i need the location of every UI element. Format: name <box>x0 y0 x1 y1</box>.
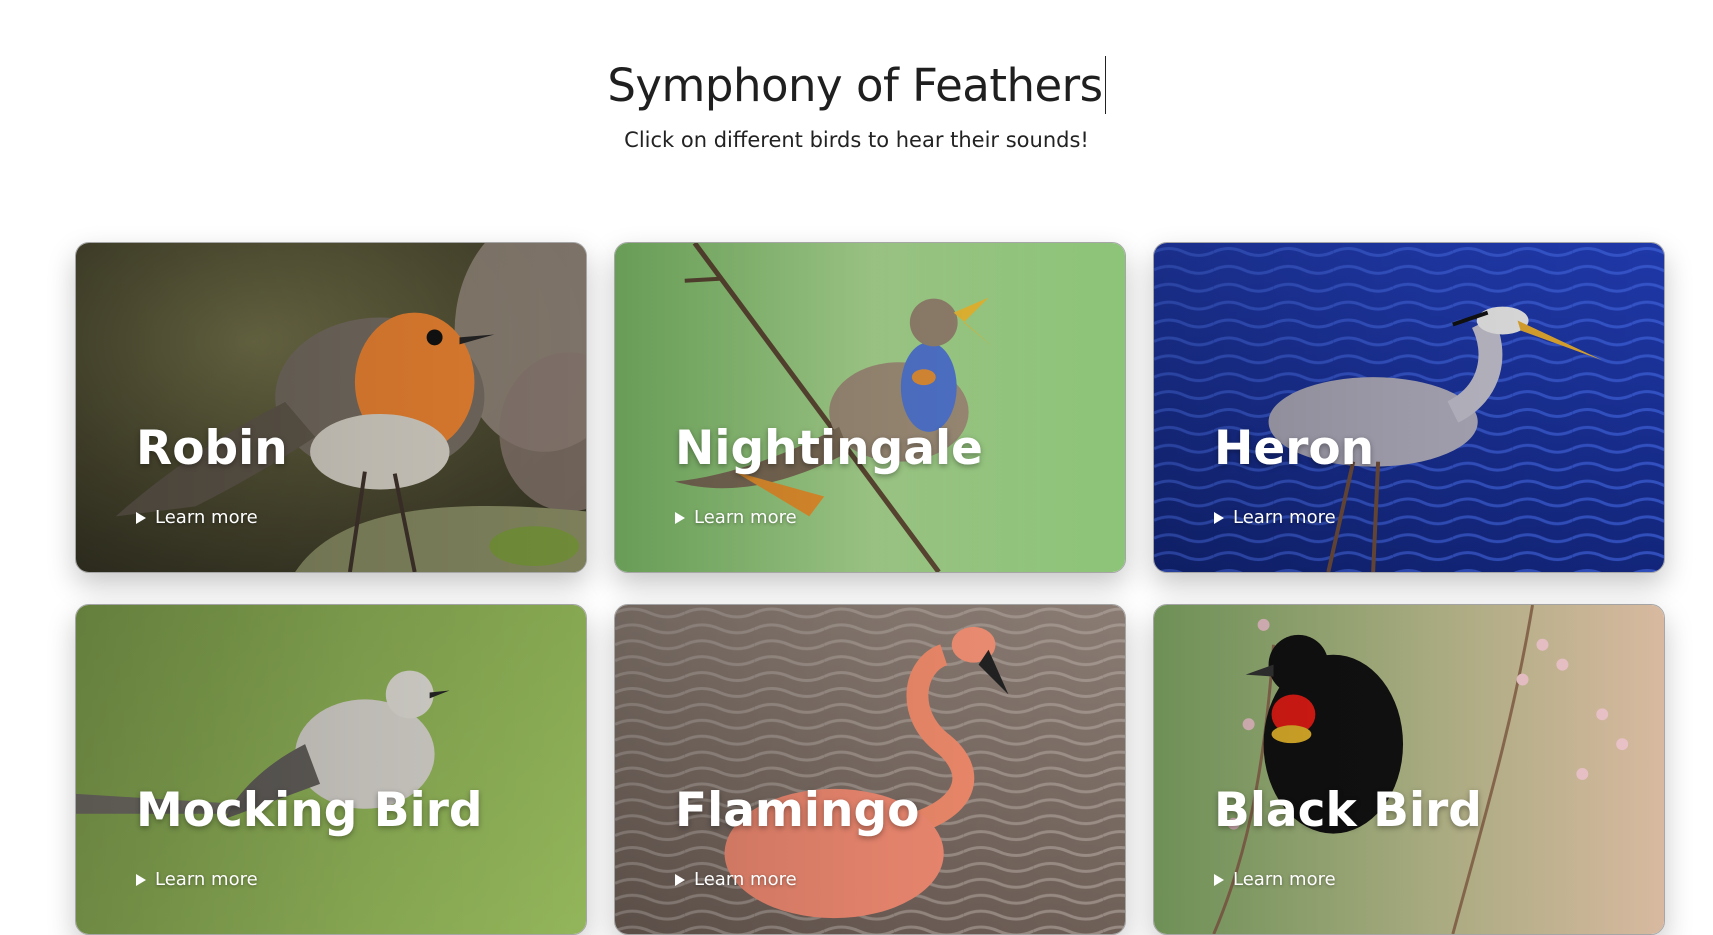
bird-card-heron[interactable]: Heron Learn more <box>1153 242 1665 573</box>
learn-more-toggle[interactable]: Learn more <box>675 507 797 528</box>
page-subtitle: Click on different birds to hear their s… <box>624 128 1089 152</box>
bird-name: Heron <box>1214 421 1375 476</box>
play-triangle-icon <box>1214 511 1224 524</box>
learn-more-label: Learn more <box>1233 507 1336 528</box>
play-triangle-icon <box>136 511 146 524</box>
play-triangle-icon <box>675 511 685 524</box>
play-triangle-icon <box>675 873 685 886</box>
bird-card-black-bird[interactable]: Black Bird Learn more <box>1153 604 1665 935</box>
page-title[interactable]: Symphony of Feathers <box>607 56 1103 116</box>
bird-card-robin[interactable]: Robin Learn more <box>75 242 587 573</box>
play-triangle-icon <box>136 873 146 886</box>
learn-more-label: Learn more <box>694 507 797 528</box>
learn-more-label: Learn more <box>694 869 797 890</box>
learn-more-label: Learn more <box>155 507 258 528</box>
learn-more-label: Learn more <box>155 869 258 890</box>
learn-more-toggle[interactable]: Learn more <box>1214 869 1336 890</box>
bird-name: Robin <box>136 421 288 476</box>
bird-name: Black Bird <box>1214 783 1482 838</box>
bird-name: Flamingo <box>675 783 920 838</box>
bird-name: Nightingale <box>675 421 983 476</box>
bird-name: Mocking Bird <box>136 783 483 838</box>
learn-more-toggle[interactable]: Learn more <box>136 507 258 528</box>
page-header: Symphony of Feathers Click on different … <box>0 0 1713 180</box>
learn-more-toggle[interactable]: Learn more <box>136 869 258 890</box>
learn-more-label: Learn more <box>1233 869 1336 890</box>
title-wrap: Symphony of Feathers <box>0 56 1713 120</box>
bird-card-nightingale[interactable]: Nightingale Learn more <box>614 242 1126 573</box>
text-cursor <box>1104 56 1106 114</box>
learn-more-toggle[interactable]: Learn more <box>1214 507 1336 528</box>
bird-card-mocking-bird[interactable]: Mocking Bird Learn more <box>75 604 587 935</box>
play-triangle-icon <box>1214 873 1224 886</box>
learn-more-toggle[interactable]: Learn more <box>675 869 797 890</box>
bird-card-flamingo[interactable]: Flamingo Learn more <box>614 604 1126 935</box>
